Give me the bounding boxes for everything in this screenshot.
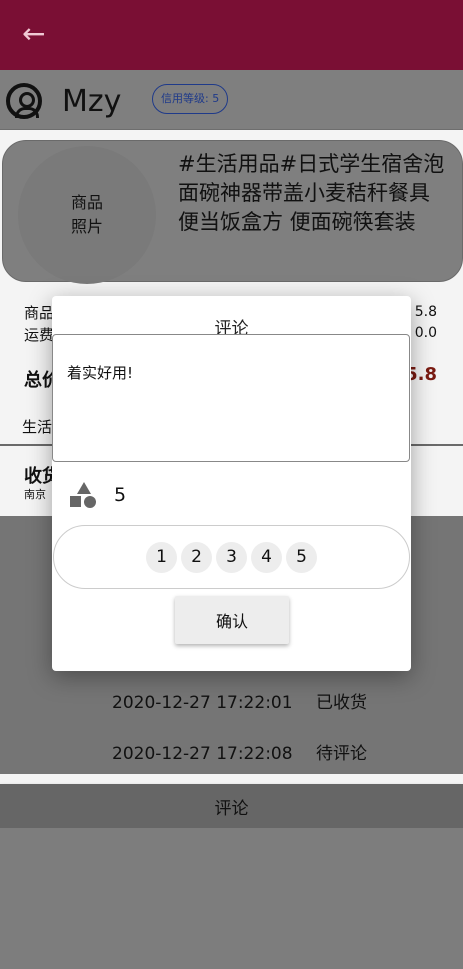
address-value: 南京 xyxy=(24,488,46,501)
rating-option-2[interactable]: 2 xyxy=(181,541,212,573)
back-arrow-icon[interactable]: ← xyxy=(22,18,54,50)
rating-option-5[interactable]: 5 xyxy=(286,541,317,573)
timeline-time: 2020-12-27 17:22:08 xyxy=(112,744,293,764)
goods-price-value: 5.8 xyxy=(414,304,437,320)
user-header: Mzy xyxy=(0,70,463,130)
product-photo-label: 商品 照片 xyxy=(70,193,103,236)
rating-option-4[interactable]: 4 xyxy=(251,541,282,573)
confirm-button[interactable]: 确认 xyxy=(175,596,289,644)
product-name: #生活用品#日式学生宿舍泡面碗神器带盖小麦秸秆餐具便当饭盒方 便面碗筷套装 xyxy=(178,152,445,234)
comment-textarea[interactable]: 着实好用! xyxy=(52,334,410,462)
timeline-entry: 2020-12-27 17:22:08 待评论 xyxy=(112,739,367,764)
timeline-entry: 2020-12-27 17:22:01 已收货 xyxy=(112,688,367,713)
shipping-label: 运费 xyxy=(24,326,55,344)
rating-option-3[interactable]: 3 xyxy=(216,541,247,573)
rating-display: 5 xyxy=(70,480,270,510)
rating-option-1[interactable]: 1 xyxy=(146,541,177,573)
goods-price-label: 商品 xyxy=(24,304,55,322)
rating-picker: 1 2 3 4 5 xyxy=(53,525,410,589)
review-button-bar[interactable]: 评论 xyxy=(0,784,463,828)
category-text: 生活 xyxy=(22,418,53,436)
timeline-time: 2020-12-27 17:22:01 xyxy=(112,693,293,713)
username: Mzy xyxy=(62,84,122,119)
user-avatar-icon xyxy=(6,83,42,119)
rating-value: 5 xyxy=(114,484,127,506)
shipping-value: 0.0 xyxy=(414,325,437,341)
shapes-icon xyxy=(70,482,98,508)
product-photo: 商品 照片 xyxy=(18,146,156,284)
credit-level-badge: 信用等级: 5 xyxy=(152,84,229,114)
timeline-status: 已收货 xyxy=(315,693,367,713)
timeline-status: 待评论 xyxy=(315,744,367,764)
app-bar: ← xyxy=(0,0,463,70)
review-dialog: 评论 着实好用! 5 1 2 3 4 5 确认 xyxy=(52,296,411,671)
bottom-area xyxy=(0,828,463,969)
